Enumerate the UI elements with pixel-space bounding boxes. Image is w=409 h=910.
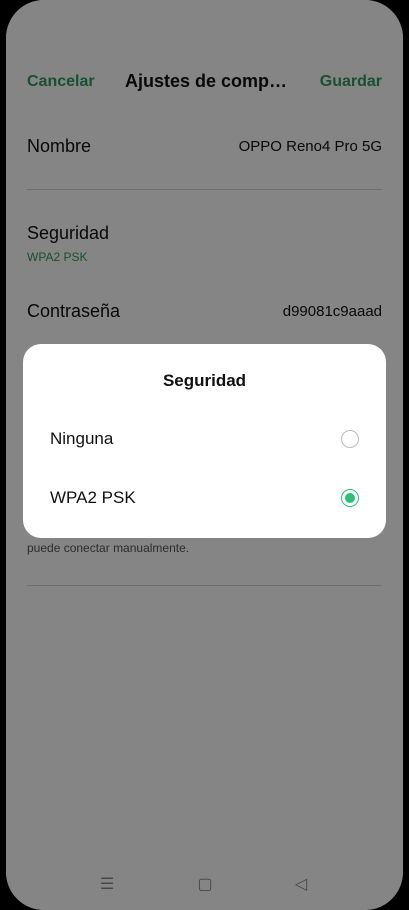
phone-frame: 10:00 Cancelar Ajustes de comp… Guardar … xyxy=(0,0,409,910)
dialog-title: Seguridad xyxy=(162,371,247,390)
radio-unselected-icon[interactable] xyxy=(341,430,359,448)
option-label: Ninguna xyxy=(50,429,114,448)
radio-selected-icon[interactable] xyxy=(341,489,359,507)
security-dialog: Seguridad Ninguna WPA2 PSK xyxy=(23,344,386,538)
option-label: WPA2 PSK xyxy=(50,488,136,507)
option-wpa2-psk[interactable]: WPA2 PSK xyxy=(50,484,359,514)
option-none[interactable]: Ninguna xyxy=(50,425,359,455)
